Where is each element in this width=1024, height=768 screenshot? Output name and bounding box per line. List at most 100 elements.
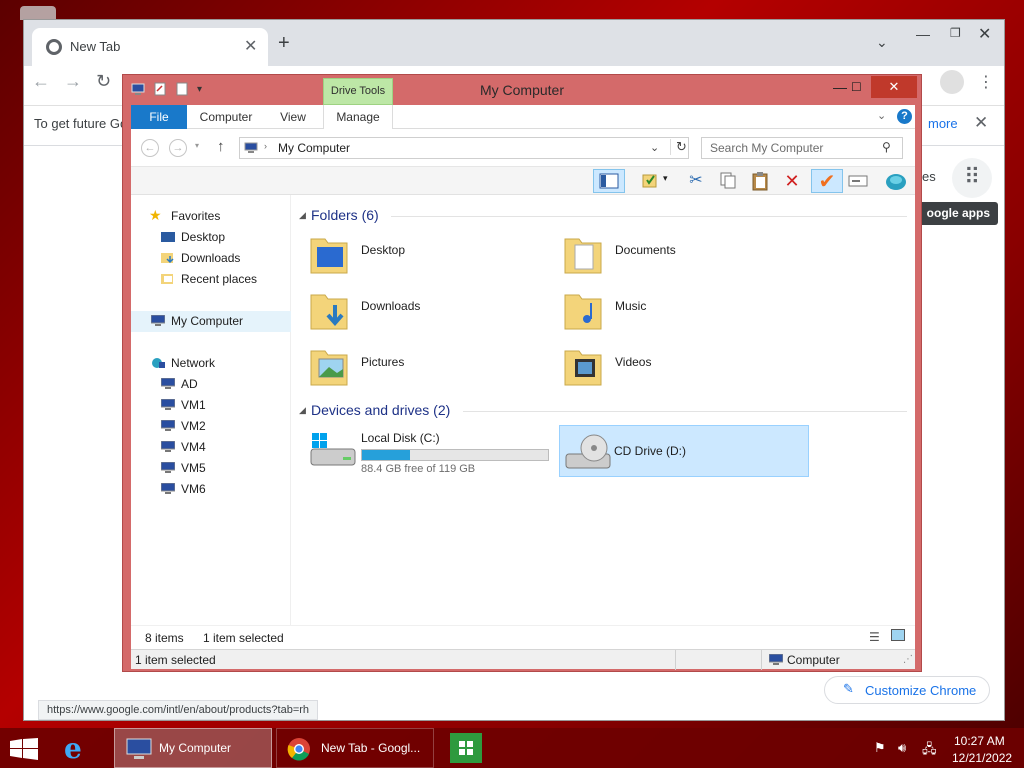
infobar-learn-more-link[interactable]: more	[928, 116, 958, 131]
folder-desktop[interactable]: Desktop	[309, 229, 549, 281]
link-status-bubble: https://www.google.com/intl/en/about/pro…	[38, 700, 319, 720]
taskbar-item-chrome[interactable]: New Tab - Googl...	[276, 728, 434, 768]
drives-section-header[interactable]: Devices and drives (2)	[311, 402, 450, 418]
up-arrow-icon[interactable]: ↑	[217, 138, 225, 155]
folders-section-header[interactable]: Folders (6)	[311, 207, 379, 223]
paste-icon[interactable]	[747, 169, 773, 193]
folder-music[interactable]: Music	[563, 285, 803, 337]
select-all-icon[interactable]	[637, 169, 663, 193]
shell-icon[interactable]	[883, 169, 909, 193]
copy-icon[interactable]	[715, 169, 741, 193]
collapse-drives-chevron-icon[interactable]: ◢	[299, 405, 306, 416]
details-view-icon[interactable]: ☰	[869, 630, 880, 644]
folder-pictures[interactable]: Pictures	[309, 341, 549, 393]
select-options-chevron-icon[interactable]: ▾	[663, 173, 668, 184]
internet-explorer-icon[interactable]: e	[64, 732, 82, 765]
taskbar-my-computer-label: My Computer	[159, 741, 232, 755]
nav-network-vm6[interactable]: VM6	[131, 479, 291, 499]
tab-view[interactable]: View	[267, 105, 319, 129]
forward-button-icon[interactable]: →	[169, 139, 187, 157]
breadcrumb-separator-icon[interactable]: ›	[264, 141, 267, 151]
taskbar-chrome-label: New Tab - Googl...	[321, 741, 421, 755]
tab-search-chevron-icon[interactable]: ⌄	[876, 34, 888, 51]
google-apps-grid-icon[interactable]: ⠿	[952, 158, 992, 198]
explorer-maximize-button[interactable]: ☐	[851, 80, 862, 94]
network-status-icon[interactable]: 🖧	[922, 740, 937, 762]
volume-icon[interactable]: 🔊︎	[898, 740, 906, 756]
explorer-close-button[interactable]: ✕	[871, 76, 917, 98]
store-icon[interactable]	[450, 733, 482, 763]
recycle-bin-icon[interactable]	[20, 6, 56, 20]
nav-network-ad[interactable]: AD	[131, 374, 291, 394]
nav-network[interactable]: Network	[131, 353, 291, 373]
cut-icon[interactable]: ✂	[683, 169, 709, 193]
nav-network-vm5[interactable]: VM5	[131, 458, 291, 478]
computer-icon	[769, 654, 783, 665]
recent-locations-chevron-icon[interactable]: ▾	[195, 141, 199, 150]
nav-my-computer[interactable]: My Computer	[131, 311, 291, 332]
back-arrow-icon[interactable]: ←	[32, 71, 50, 92]
nav-vm4-label: VM4	[181, 440, 206, 454]
collapse-folders-chevron-icon[interactable]: ◢	[299, 210, 306, 221]
folder-documents[interactable]: Documents	[563, 229, 803, 281]
search-box[interactable]: Search My Computer ⚲	[701, 137, 903, 159]
infobar-close-icon[interactable]: ✕	[974, 113, 988, 133]
drive-c[interactable]: Local Disk (C:) 88.4 GB free of 119 GB	[307, 427, 557, 479]
large-icons-view-icon[interactable]	[891, 629, 905, 641]
chrome-restore-button[interactable]: ❐	[950, 26, 961, 40]
tab-manage[interactable]: Manage	[323, 105, 393, 129]
explorer-title-bar[interactable]: ▾ My Computer — ☐ ✕ Drive Tools	[123, 75, 921, 105]
nav-network-vm4[interactable]: VM4	[131, 437, 291, 457]
clock-date[interactable]: 12/21/2022	[952, 751, 1012, 765]
content-pane: ◢ Folders (6) Desktop Documents Download…	[291, 195, 915, 625]
check-icon[interactable]: ✔	[811, 169, 843, 193]
folder-downloads[interactable]: Downloads	[309, 285, 549, 337]
images-link[interactable]: es	[922, 169, 936, 184]
drive-tools-context-label: Drive Tools	[323, 78, 393, 105]
nav-network-vm2[interactable]: VM2	[131, 416, 291, 436]
chrome-close-button[interactable]: ✕	[978, 24, 991, 44]
clock-time[interactable]: 10:27 AM	[954, 734, 1005, 748]
back-button-icon[interactable]: ←	[141, 139, 159, 157]
ribbon-expand-chevron-icon[interactable]: ⌄	[877, 109, 886, 122]
drive-d-label: CD Drive (D:)	[614, 444, 686, 458]
action-center-flag-icon[interactable]: ⚑	[874, 740, 886, 756]
ribbon-tabs: File Computer View Manage ⌄ ?	[131, 105, 915, 129]
delete-icon[interactable]: ✕	[779, 169, 805, 193]
search-icon[interactable]: ⚲	[882, 140, 891, 154]
drive-c-free-space: 88.4 GB free of 119 GB	[361, 463, 476, 475]
address-history-chevron-icon[interactable]: ⌄	[650, 141, 659, 154]
tab-computer[interactable]: Computer	[193, 105, 259, 129]
details-selected-text: 1 item selected	[135, 653, 216, 667]
folder-videos[interactable]: Videos	[563, 341, 803, 393]
nav-network-vm1[interactable]: VM1	[131, 395, 291, 415]
new-tab-button[interactable]: +	[278, 32, 290, 55]
taskbar-item-my-computer[interactable]: My Computer	[114, 728, 272, 768]
resize-grip-icon[interactable]: ⋰	[903, 654, 913, 665]
profile-avatar[interactable]	[940, 70, 964, 94]
nav-favorites-recent-places[interactable]: Recent places	[131, 269, 291, 289]
pencil-icon: ✎	[843, 681, 854, 696]
customize-chrome-button[interactable]: ✎ Customize Chrome	[824, 676, 990, 704]
pictures-folder-icon	[310, 350, 348, 386]
windows-start-icon[interactable]	[10, 738, 38, 760]
rename-icon[interactable]	[845, 169, 871, 193]
help-icon[interactable]: ?	[897, 109, 912, 124]
drive-d[interactable]: CD Drive (D:)	[559, 425, 809, 477]
explorer-minimize-button[interactable]: —	[833, 79, 847, 95]
address-bar[interactable]: › My Computer ⌄ ↻	[239, 137, 689, 159]
preview-pane-icon[interactable]	[593, 169, 625, 193]
nav-favorites-desktop[interactable]: Desktop	[131, 227, 291, 247]
tab-file[interactable]: File	[131, 105, 187, 129]
nav-favorites[interactable]: ★ Favorites	[131, 206, 291, 226]
reload-icon[interactable]: ↻	[96, 71, 111, 92]
chrome-menu-icon[interactable]: ⋮	[978, 72, 994, 92]
command-bar: ▾ ✂ ✕ ✔	[131, 167, 915, 195]
nav-favorites-downloads[interactable]: Downloads	[131, 248, 291, 268]
refresh-icon[interactable]: ↻	[670, 139, 687, 155]
chrome-tab[interactable]: New Tab ✕	[32, 28, 268, 66]
close-tab-icon[interactable]: ✕	[244, 36, 257, 56]
forward-arrow-icon[interactable]: →	[64, 71, 82, 92]
chrome-minimize-button[interactable]: —	[916, 26, 930, 42]
status-divider	[761, 650, 762, 670]
